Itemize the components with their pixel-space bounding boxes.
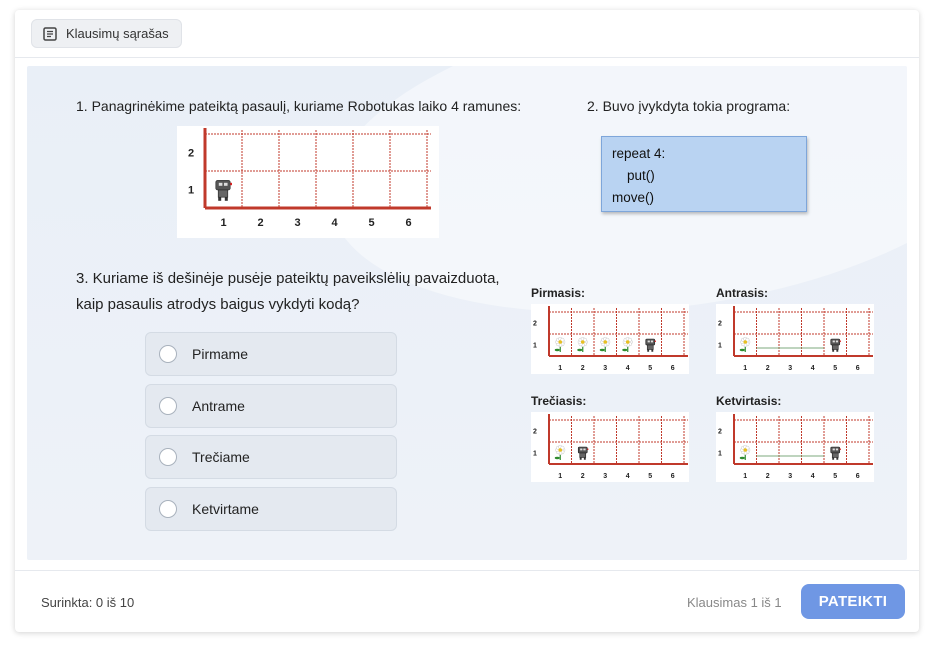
variant-4-grid: 2 1 1 2 3 4 5 6 — [716, 412, 874, 482]
row-label: 1 — [718, 342, 722, 349]
column-label: 2 — [766, 473, 770, 480]
initial-world-grid: 2 1 1 2 3 4 5 6 — [188, 128, 431, 229]
robot-icon — [830, 338, 841, 352]
top-bar: Klausimų sąrašas — [15, 10, 919, 58]
grid — [548, 414, 688, 465]
row-label: 2 — [533, 320, 537, 327]
question-counter: Klausimas 1 iš 1 — [687, 595, 782, 610]
row-label: 2 — [188, 147, 194, 159]
column-label: 6 — [671, 473, 675, 480]
column-label: 3 — [294, 217, 300, 229]
step1-text: 1. Panagrinėkime pateiktą pasaulį, kuria… — [76, 98, 522, 114]
code-line-move: move() — [612, 190, 655, 205]
column-label: 5 — [833, 473, 837, 480]
radio-icon[interactable] — [159, 397, 177, 415]
column-label: 3 — [603, 365, 607, 372]
column-label: 2 — [257, 217, 263, 229]
variant-caption: Antrasis: — [716, 286, 769, 300]
column-label: 6 — [856, 473, 860, 480]
submit-button[interactable]: PATEIKTI — [801, 584, 905, 619]
robot-icon — [645, 338, 656, 352]
flower-icon — [599, 337, 611, 352]
column-label: 4 — [626, 365, 630, 372]
radio-icon[interactable] — [159, 345, 177, 363]
flower-icon — [554, 337, 566, 352]
variant-caption: Pirmasis: — [531, 286, 586, 300]
variant-3-grid: 2 1 1 2 3 4 5 6 — [531, 412, 689, 482]
code-line-repeat: repeat 4: — [612, 146, 666, 161]
flower-icon — [622, 337, 633, 352]
initial-world: 2 1 1 2 3 4 5 6 — [177, 126, 439, 238]
variant-2-grid: 2 1 1 2 3 4 5 6 — [716, 304, 874, 374]
grid — [548, 306, 688, 357]
flower-icon — [739, 337, 751, 352]
column-label: 1 — [558, 473, 562, 480]
column-label: 1 — [220, 217, 226, 229]
column-label: 4 — [626, 473, 630, 480]
list-icon — [43, 26, 57, 41]
option-label: Pirmame — [192, 346, 249, 362]
question-list-label: Klausimų sąrašas — [66, 26, 169, 41]
grid — [203, 128, 431, 210]
variant-4: Ketvirtasis: 2 1 1 2 3 4 5 6 — [716, 394, 876, 482]
column-label: 5 — [648, 473, 652, 480]
option-pirmame[interactable]: Pirmame — [145, 332, 397, 376]
robot-icon — [830, 446, 841, 460]
option-ketvirtame[interactable]: Ketvirtame — [145, 487, 397, 531]
column-label: 5 — [368, 217, 374, 229]
score-text: Surinkta: 0 iš 10 — [41, 595, 135, 610]
row-label: 1 — [718, 450, 722, 457]
variant-3: Trečiasis: 2 1 1 2 3 4 5 6 — [531, 394, 691, 482]
question-list-button[interactable]: Klausimų sąrašas — [31, 19, 182, 48]
flower-icon — [554, 445, 566, 460]
column-label: 1 — [743, 473, 747, 480]
column-label: 2 — [766, 365, 770, 372]
column-label: 6 — [405, 217, 411, 229]
column-label: 4 — [331, 217, 338, 229]
radio-icon[interactable] — [159, 448, 177, 466]
flower-icon — [577, 337, 588, 352]
option-label: Antrame — [192, 398, 245, 414]
robot-icon — [577, 446, 589, 460]
option-treciame[interactable]: Trečiame — [145, 435, 397, 479]
step3-question: 3. Kuriame iš dešinėje pusėje pateiktų p… — [76, 270, 500, 313]
code-line-put: put() — [627, 168, 655, 183]
row-label: 1 — [533, 342, 537, 349]
column-label: 1 — [558, 365, 562, 372]
row-label: 2 — [718, 320, 722, 327]
code-block: repeat 4: put() move() — [601, 136, 807, 212]
question-content: 1. Panagrinėkime pateiktą pasaulį, kuria… — [27, 66, 907, 560]
column-label: 3 — [788, 473, 792, 480]
option-label: Ketvirtame — [192, 501, 259, 517]
column-label: 3 — [603, 473, 607, 480]
row-label: 1 — [188, 184, 194, 196]
variant-2: Antrasis: 2 1 1 2 3 4 5 6 — [716, 286, 876, 374]
column-label: 6 — [671, 365, 675, 372]
column-label: 5 — [648, 365, 652, 372]
radio-icon[interactable] — [159, 500, 177, 518]
variant-caption: Ketvirtasis: — [716, 394, 782, 408]
column-label: 2 — [581, 365, 585, 372]
column-label: 1 — [743, 365, 747, 372]
step2-text: 2. Buvo įvykdyta tokia programa: — [587, 98, 791, 114]
robot-icon — [215, 180, 232, 201]
column-label: 5 — [833, 365, 837, 372]
option-label: Trečiame — [192, 449, 250, 465]
column-label: 6 — [856, 365, 860, 372]
variant-caption: Trečiasis: — [531, 394, 587, 408]
flower-icon — [739, 445, 751, 460]
row-label: 2 — [718, 428, 722, 435]
variant-1: Pirmasis: 2 1 1 2 3 4 5 6 — [531, 286, 691, 374]
column-label: 4 — [811, 365, 815, 372]
option-antrame[interactable]: Antrame — [145, 384, 397, 428]
column-label: 3 — [788, 365, 792, 372]
column-label: 4 — [811, 473, 815, 480]
variant-1-grid: 2 1 1 2 3 4 5 6 — [531, 304, 689, 374]
column-label: 2 — [581, 473, 585, 480]
quiz-window: Klausimų sąrašas 1. Panagrinėkime pateik… — [15, 10, 919, 632]
row-label: 2 — [533, 428, 537, 435]
row-label: 1 — [533, 450, 537, 457]
footer-bar: Surinkta: 0 iš 10 Klausimas 1 iš 1 PATEI… — [15, 570, 919, 632]
